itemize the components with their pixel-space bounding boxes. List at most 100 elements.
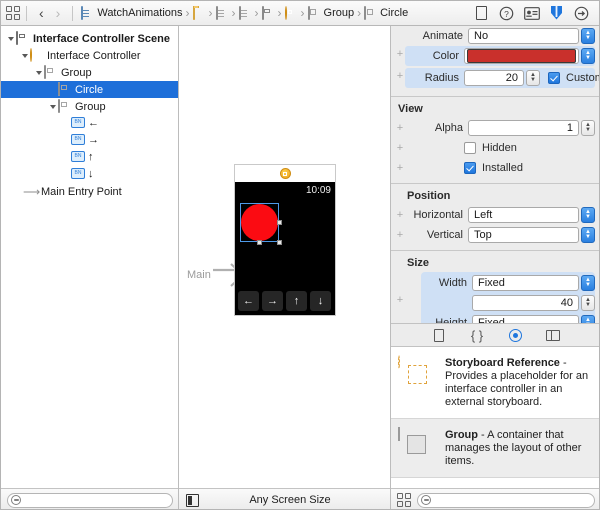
watch-button-right[interactable]: → <box>262 291 283 311</box>
breadcrumb-item-doc1[interactable] <box>216 7 229 20</box>
watch-interface-controller[interactable]: 10:09 ← → ↑ ↓ <box>234 164 336 316</box>
object-library-icon[interactable] <box>506 326 524 344</box>
height-select[interactable]: Fixed <box>472 315 579 323</box>
size-class-icon[interactable] <box>186 494 199 507</box>
horizontal-stepper-icon[interactable]: ▲▼ <box>581 207 595 223</box>
add-variation-button-hidden[interactable]: + <box>391 142 409 154</box>
breadcrumb-separator: › <box>357 6 361 20</box>
breadcrumb-label-7: Circle <box>380 7 408 19</box>
watch-button-up[interactable]: ↑ <box>286 291 307 311</box>
button-icon: BN <box>71 151 84 164</box>
outline-row-button-down[interactable]: BN ↓ <box>1 166 178 183</box>
add-variation-button-horizontal[interactable]: + <box>391 209 409 221</box>
breadcrumb-item-folder[interactable] <box>193 7 206 20</box>
disclosure-triangle-icon[interactable] <box>33 71 44 75</box>
connections-inspector-icon[interactable] <box>569 2 594 24</box>
resize-handle-right[interactable] <box>277 220 282 225</box>
outline-row-button-right[interactable]: BN → <box>1 132 178 149</box>
disclosure-triangle-icon[interactable] <box>19 54 30 58</box>
width-stepper-icon[interactable]: ▲▼ <box>581 275 595 291</box>
radius-stepper-icon[interactable]: ▲▼ <box>526 70 540 86</box>
color-swatch <box>467 49 576 63</box>
library-grid-view-icon[interactable] <box>397 493 411 507</box>
library-item-group[interactable]: Group - A container that manages the lay… <box>391 419 600 478</box>
outline-row-button-up[interactable]: BN ↑ <box>1 149 178 166</box>
breadcrumb-item-circle[interactable]: Circle <box>364 7 408 20</box>
outline-row-button-left[interactable]: BN ← <box>1 115 178 132</box>
height-stepper-icon[interactable]: ▲▼ <box>581 315 595 323</box>
forward-button[interactable]: › <box>50 6 67 20</box>
group-icon <box>308 7 321 20</box>
breadcrumb-item-storyboard[interactable] <box>262 7 275 20</box>
file-inspector-icon[interactable] <box>469 2 494 24</box>
outline-row-circle[interactable]: Circle <box>1 81 178 98</box>
resize-handle-corner[interactable] <box>277 240 282 245</box>
color-well[interactable] <box>464 48 579 64</box>
add-variation-button-color[interactable]: + <box>391 48 409 60</box>
add-variation-button-width[interactable]: + <box>391 294 409 306</box>
color-stepper-icon[interactable]: ▲▼ <box>581 48 595 64</box>
width-value: Fixed <box>473 277 578 289</box>
section-divider-2 <box>391 183 600 184</box>
hidden-checkbox[interactable] <box>464 142 476 154</box>
breadcrumb-item-doc2[interactable] <box>239 7 252 20</box>
attributes-inspector-icon[interactable] <box>544 2 569 24</box>
group-icon <box>44 66 57 79</box>
outline-filter-field[interactable] <box>7 493 173 508</box>
grid-view-icon[interactable] <box>6 6 20 20</box>
breadcrumb-item-project[interactable]: WatchAnimations <box>81 7 182 20</box>
disclosure-triangle-icon[interactable] <box>47 105 58 109</box>
storyboard-icon <box>262 7 275 20</box>
installed-checkbox[interactable] <box>464 162 476 174</box>
width-select[interactable]: Fixed <box>472 275 579 291</box>
add-variation-button-vertical[interactable]: + <box>391 229 409 241</box>
toolbar-divider-2 <box>72 6 73 21</box>
object-library-list[interactable]: Storyboard Reference - Provides a placeh… <box>391 347 600 488</box>
library-item-table[interactable]: Table - Displays one or more rows of dat… <box>391 478 600 488</box>
breadcrumb-item-controller[interactable] <box>285 7 298 20</box>
radius-input[interactable]: 20 <box>464 70 524 86</box>
outline-row-main-entry-point[interactable]: ⟶ Main Entry Point <box>1 183 178 200</box>
animate-stepper-icon[interactable]: ▲▼ <box>581 28 595 44</box>
alpha-stepper-icon[interactable]: ▲▼ <box>581 120 595 136</box>
alpha-input[interactable]: 1 <box>468 120 579 136</box>
radius-custom-label: Custom <box>566 72 600 84</box>
outline-row-interface-controller-scene[interactable]: Interface Controller Scene <box>1 30 178 47</box>
outline-row-group-inner[interactable]: Group <box>1 98 178 115</box>
outline-row-interface-controller[interactable]: Interface Controller <box>1 47 178 64</box>
width-number-stepper-icon[interactable]: ▲▼ <box>581 295 595 311</box>
radius-custom-checkbox[interactable] <box>548 72 560 84</box>
storyboard-canvas[interactable]: Main 10:09 <box>179 26 391 510</box>
back-button[interactable]: ‹ <box>33 6 50 20</box>
identity-inspector-icon[interactable] <box>519 2 544 24</box>
code-snippet-library-icon[interactable]: { } <box>468 326 486 344</box>
outline-row-group-outer[interactable]: Group <box>1 64 178 81</box>
section-divider-3 <box>391 250 600 251</box>
library-filter-field[interactable] <box>417 493 595 508</box>
quick-help-icon[interactable]: ? <box>494 2 519 24</box>
library-item-storyboard-reference[interactable]: Storyboard Reference - Provides a placeh… <box>391 347 600 419</box>
watch-screen[interactable]: 10:09 ← → ↑ ↓ <box>235 182 335 315</box>
library-item-text-0: Storyboard Reference - Provides a placeh… <box>445 356 593 409</box>
inspector-row-radius: Radius 20 ▲▼ Custom <box>405 68 595 88</box>
add-variation-button-alpha[interactable]: + <box>391 122 409 134</box>
file-template-library-icon[interactable] <box>430 326 448 344</box>
button-icon: BN <box>71 168 84 181</box>
breadcrumb-item-group[interactable]: Group <box>308 7 355 20</box>
vertical-select[interactable]: Top <box>468 227 579 243</box>
watch-button-row: ← → ↑ ↓ <box>238 291 331 311</box>
watch-button-down[interactable]: ↓ <box>310 291 331 311</box>
horizontal-select[interactable]: Left <box>468 207 579 223</box>
inspector-scroll-area: Animate No ▲▼ Color ▲▼ + <box>391 26 600 323</box>
watch-button-left[interactable]: ← <box>238 291 259 311</box>
resize-handle-bottom[interactable] <box>257 240 262 245</box>
inspector-row-color: Color ▲▼ <box>405 46 595 66</box>
width-number-input[interactable]: 40 <box>472 295 579 311</box>
animate-select[interactable]: No <box>468 28 579 44</box>
add-variation-button-radius[interactable]: + <box>391 70 409 82</box>
disclosure-triangle-icon[interactable] <box>5 37 16 41</box>
vertical-stepper-icon[interactable]: ▲▼ <box>581 227 595 243</box>
size-class-label[interactable]: Any Screen Size <box>199 494 391 506</box>
add-variation-button-installed[interactable]: + <box>391 162 409 174</box>
media-library-icon[interactable] <box>544 326 562 344</box>
